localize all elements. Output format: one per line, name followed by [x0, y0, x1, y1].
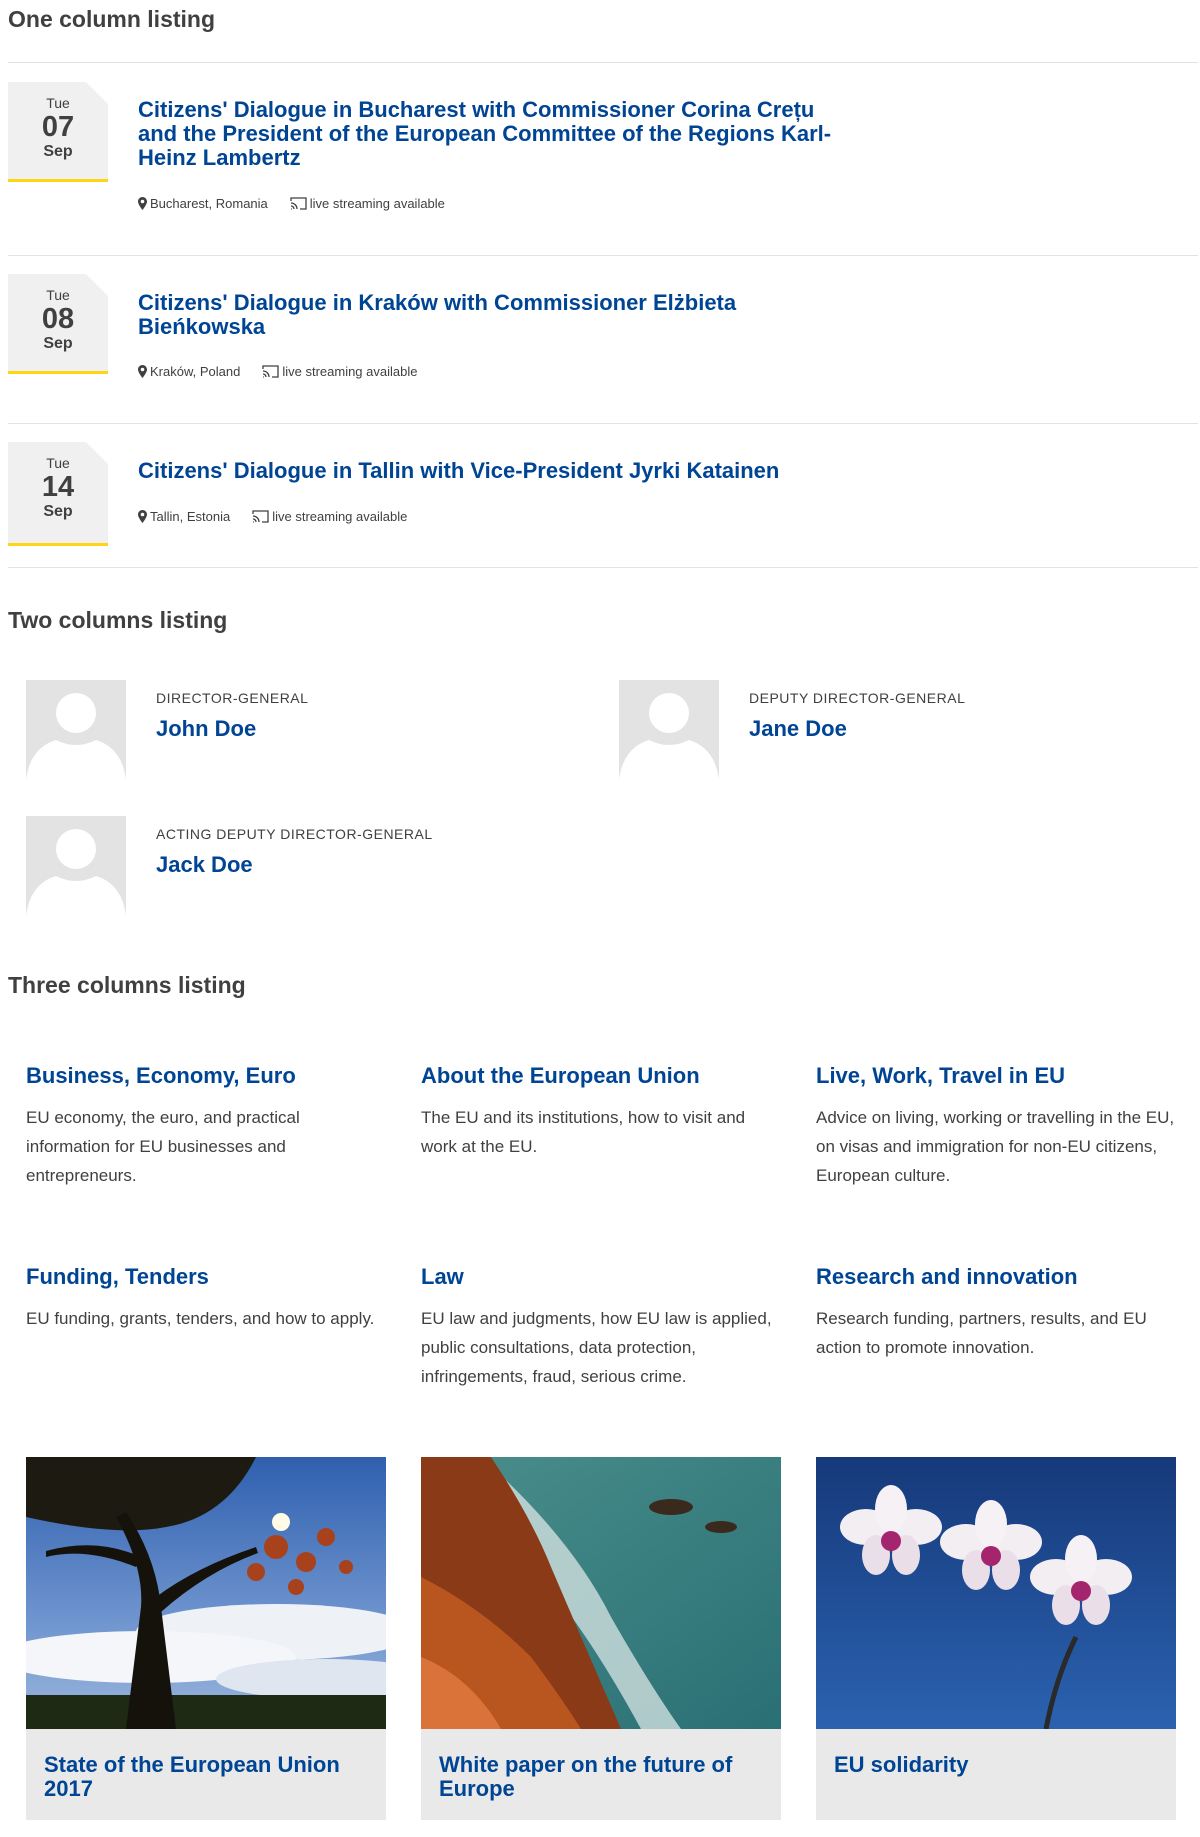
topic-description: The EU and its institutions, how to visi… — [421, 1108, 746, 1156]
person-card: ACTING DEPUTY DIRECTOR-GENERAL Jack Doe — [26, 816, 526, 916]
person-role: DIRECTOR-GENERAL — [156, 690, 309, 706]
card-title-link[interactable]: State of the European Union 2017 — [44, 1753, 364, 1801]
section-title-three-columns: Three columns listing — [8, 972, 246, 998]
event-title-link[interactable]: Citizens' Dialogue in Bucharest with Com… — [138, 98, 838, 170]
topic-description: EU funding, grants, tenders, and how to … — [26, 1309, 375, 1328]
cast-icon — [262, 365, 279, 378]
section-title-two-columns: Two columns listing — [8, 607, 228, 633]
event-title-link[interactable]: Citizens' Dialogue in Kraków with Commis… — [138, 291, 838, 339]
avatar — [619, 680, 719, 780]
topic-description: Research funding, partners, results, and… — [816, 1309, 1147, 1357]
person-card: DEPUTY DIRECTOR-GENERAL Jane Doe — [619, 680, 1119, 780]
event-meta: Bucharest, Romania live streaming availa… — [138, 196, 445, 211]
cast-icon — [252, 510, 269, 523]
event-meta: Tallin, Estonia live streaming available — [138, 509, 407, 524]
topic-item: Funding, Tenders EU funding, grants, ten… — [26, 1264, 386, 1333]
topic-item: Research and innovation Research funding… — [816, 1264, 1176, 1362]
person-card: DIRECTOR-GENERAL John Doe — [26, 680, 526, 780]
event-month: Sep — [43, 143, 73, 160]
user-silhouette-icon — [26, 829, 126, 916]
event-month: Sep — [43, 335, 73, 352]
event-date: Tue 07 Sep — [8, 82, 108, 182]
event-streaming: live streaming available — [282, 364, 418, 379]
event-day: 08 — [41, 303, 75, 335]
cast-icon — [290, 197, 307, 210]
avatar — [26, 816, 126, 916]
event-item: Tue 08 Sep Citizens' Dialogue in Kraków … — [8, 274, 1198, 394]
event-day: 07 — [41, 111, 75, 143]
topic-title-link[interactable]: Research and innovation — [816, 1264, 1176, 1290]
map-marker-icon — [138, 197, 147, 210]
person-name-link[interactable]: Jane Doe — [749, 716, 847, 742]
event-streaming: live streaming available — [272, 509, 408, 524]
event-location: Kraków, Poland — [150, 364, 241, 379]
event-day: 14 — [41, 471, 75, 503]
promo-card[interactable]: EU solidarity — [816, 1457, 1176, 1820]
divider — [8, 62, 1198, 63]
map-marker-icon — [138, 510, 147, 523]
event-month: Sep — [43, 503, 73, 520]
topic-item: About the European Union The EU and its … — [421, 1063, 781, 1161]
event-location: Tallin, Estonia — [150, 509, 231, 524]
avatar — [26, 680, 126, 780]
promo-card[interactable]: State of the European Union 2017 — [26, 1457, 386, 1820]
topic-item: Business, Economy, Euro EU economy, the … — [26, 1063, 386, 1190]
topic-title-link[interactable]: Business, Economy, Euro — [26, 1063, 386, 1089]
user-silhouette-icon — [26, 693, 126, 780]
event-item: Tue 07 Sep Citizens' Dialogue in Buchare… — [8, 82, 1198, 232]
event-date: Tue 14 Sep — [8, 442, 108, 546]
promo-card[interactable]: White paper on the future of Europe — [421, 1457, 781, 1820]
divider — [8, 255, 1198, 256]
person-name-link[interactable]: John Doe — [156, 716, 256, 742]
divider — [8, 423, 1198, 424]
event-streaming: live streaming available — [309, 196, 445, 211]
tree-sky-image — [26, 1457, 386, 1729]
person-role: DEPUTY DIRECTOR-GENERAL — [749, 690, 966, 706]
topic-title-link[interactable]: Funding, Tenders — [26, 1264, 386, 1290]
person-name-link[interactable]: Jack Doe — [156, 852, 253, 878]
map-marker-icon — [138, 365, 147, 378]
topic-title-link[interactable]: About the European Union — [421, 1063, 781, 1089]
event-title-link[interactable]: Citizens' Dialogue in Tallin with Vice-P… — [138, 459, 938, 483]
topic-title-link[interactable]: Law — [421, 1264, 781, 1290]
topic-description: EU economy, the euro, and practical info… — [26, 1108, 300, 1185]
section-title-one-column: One column listing — [8, 6, 216, 32]
divider — [8, 567, 1198, 568]
event-item: Tue 14 Sep Citizens' Dialogue in Tallin … — [8, 442, 1198, 547]
event-location: Bucharest, Romania — [150, 196, 268, 211]
card-title-link[interactable]: EU solidarity — [834, 1753, 1154, 1777]
page: One column listing Tue 07 Sep Citizens' … — [0, 0, 1200, 1837]
topic-description: EU law and judgments, how EU law is appl… — [421, 1309, 772, 1386]
user-silhouette-icon — [619, 693, 719, 780]
topic-item: Law EU law and judgments, how EU law is … — [421, 1264, 781, 1391]
orchid-image — [816, 1457, 1176, 1729]
topic-title-link[interactable]: Live, Work, Travel in EU — [816, 1063, 1176, 1089]
topic-item: Live, Work, Travel in EU Advice on livin… — [816, 1063, 1176, 1190]
event-meta: Kraków, Poland live streaming available — [138, 364, 417, 379]
card-title-link[interactable]: White paper on the future of Europe — [439, 1753, 759, 1801]
topic-description: Advice on living, working or travelling … — [816, 1108, 1175, 1185]
rocky-coast-image — [421, 1457, 781, 1729]
event-date: Tue 08 Sep — [8, 274, 108, 374]
person-role: ACTING DEPUTY DIRECTOR-GENERAL — [156, 826, 433, 842]
